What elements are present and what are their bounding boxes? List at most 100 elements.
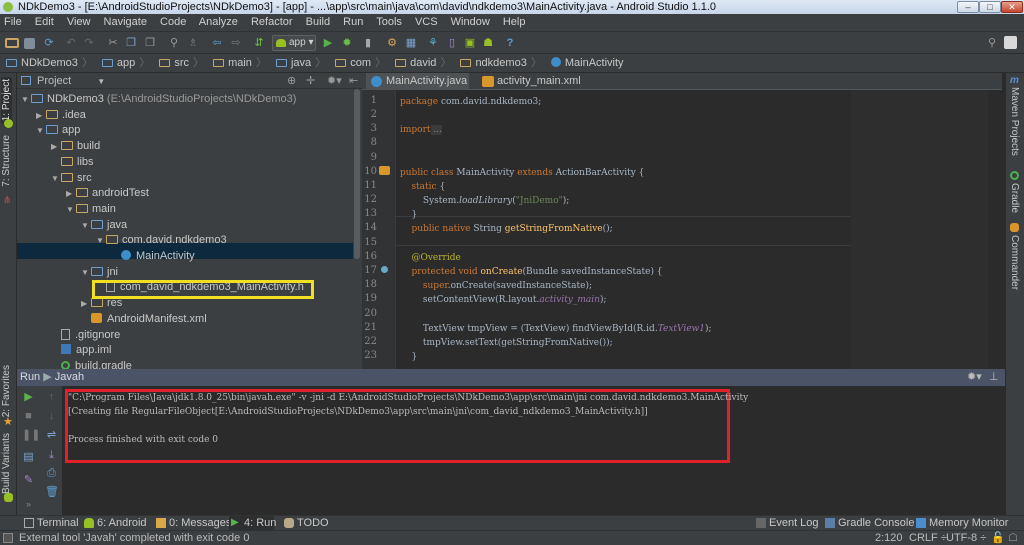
line-number[interactable]: 10 (364, 166, 377, 180)
menu-navigate[interactable]: Navigate (104, 16, 147, 28)
line-number[interactable]: 22 (364, 336, 377, 350)
close-button[interactable]: ✕ (1001, 1, 1023, 13)
menu-analyze[interactable]: Analyze (199, 16, 238, 28)
redo-icon[interactable]: ↷ (82, 36, 96, 50)
soft-wrap-icon[interactable]: ⇌ (45, 429, 58, 442)
avd-manager-icon[interactable]: ▯ (445, 36, 459, 50)
line-number[interactable]: 23 (364, 350, 377, 364)
cut-icon[interactable]: ✂ (106, 36, 120, 50)
line-separator-selector[interactable]: CRLF ÷ (909, 531, 947, 545)
up-stack-icon[interactable]: ↑ (45, 391, 58, 404)
back-icon[interactable]: ⇦ (210, 36, 224, 50)
make-project-icon[interactable]: ⇵ (252, 36, 266, 50)
tree-item-idea[interactable]: ▶ .idea (36, 107, 86, 123)
line-number[interactable]: 3 (371, 123, 377, 137)
code-editor[interactable]: package com.david.ndkdemo3; import ... p… (396, 90, 992, 369)
maximize-button[interactable]: □ (979, 1, 1001, 13)
rerun-icon[interactable]: ▶ (22, 391, 35, 404)
chevron-down-icon[interactable]: ▼ (96, 233, 106, 249)
undo-icon[interactable]: ↶ (64, 36, 78, 50)
search-everywhere-icon[interactable]: ⚲ (985, 36, 999, 50)
line-number[interactable]: 13 (364, 208, 377, 222)
sync-icon[interactable]: ⟳ (42, 36, 56, 50)
breadcrumb-mainactivity[interactable]: MainActivity (550, 54, 624, 72)
tree-item-mainactivity[interactable]: MainActivity (111, 248, 195, 264)
line-number[interactable]: 16 (364, 251, 377, 265)
menu-window[interactable]: Window (451, 16, 490, 28)
chevron-right-icon[interactable]: ▶ (81, 296, 91, 312)
line-number[interactable]: 21 (364, 322, 377, 336)
pin-tab-icon[interactable]: ✎ (22, 474, 35, 487)
find-icon[interactable]: ⚲ (167, 36, 181, 50)
chevron-right-icon[interactable]: ▶ (51, 139, 61, 155)
tab-gradle-console[interactable]: Gradle Console (823, 516, 914, 531)
collapse-all-icon[interactable]: ✛ (306, 73, 315, 89)
breadcrumb-ndkdemo3[interactable]: NDkDemo3 〉 (6, 54, 93, 72)
replace-icon[interactable]: ♗ (186, 36, 200, 50)
android-sdk-icon[interactable]: ☗ (481, 36, 495, 50)
debug-icon[interactable]: ✹ (340, 36, 354, 50)
tab-todo[interactable]: TODO (282, 516, 329, 531)
line-number[interactable]: 17 (364, 265, 377, 279)
chevron-down-icon[interactable]: ▼ (51, 171, 61, 187)
tab-memory-monitor[interactable]: Memory Monitor (914, 516, 1008, 531)
tree-item-main[interactable]: ▼ main (66, 201, 116, 217)
tree-item-androidtest[interactable]: ▶ androidTest (66, 185, 149, 201)
menu-edit[interactable]: Edit (35, 16, 54, 28)
menu-build[interactable]: Build (306, 16, 330, 28)
print-icon[interactable]: ⎙ (45, 467, 58, 480)
breadcrumb-main[interactable]: main 〉 (213, 54, 267, 72)
tree-item-com-david-ndkdemo3[interactable]: ▼ com.david.ndkdemo3 (96, 232, 227, 248)
inspector-icon[interactable]: ☖ (1008, 531, 1018, 545)
tree-item-jni[interactable]: ▼ jni (81, 264, 118, 280)
sdk-manager-icon[interactable]: ▦ (404, 36, 418, 50)
chevron-down-icon[interactable]: ▼ (81, 265, 91, 281)
tool-window-toggle-icon[interactable] (3, 533, 13, 543)
run-configuration-dropdown[interactable]: app ▾ (272, 35, 316, 51)
menu-tools[interactable]: Tools (376, 16, 402, 28)
menu-vcs[interactable]: VCS (415, 16, 438, 28)
tree-item-src[interactable]: ▼ src (51, 170, 92, 186)
menu-help[interactable]: Help (503, 16, 526, 28)
tree-item-app-iml[interactable]: app.iml (51, 342, 111, 358)
help-icon[interactable]: ? (503, 36, 517, 50)
line-number[interactable]: 14 (364, 222, 377, 236)
breadcrumb-com[interactable]: com 〉 (335, 54, 386, 72)
pause-icon[interactable]: ❚❚ (22, 429, 40, 442)
restore-layout-icon[interactable]: ▤ (22, 451, 35, 464)
run-console[interactable]: "C:\Program Files\Java\jdk1.8.0_25\bin\j… (63, 386, 1005, 515)
tree-item-gitignore[interactable]: .gitignore (51, 327, 120, 343)
tree-item-java[interactable]: ▼ java (81, 217, 127, 233)
tool-tab-build-variants[interactable]: Build Variants (1, 433, 12, 494)
caret-position[interactable]: 2:120 (875, 531, 903, 545)
stop-icon[interactable]: ■ (22, 410, 35, 423)
chevron-right-icon[interactable]: ▶ (36, 108, 46, 124)
scroll-from-source-icon[interactable]: ⊕ (287, 73, 296, 89)
breadcrumb-ndkdemo3-package[interactable]: ndkdemo3 〉 (460, 54, 542, 72)
open-folder-icon[interactable] (5, 38, 19, 48)
line-number[interactable]: 2 (371, 109, 377, 123)
gear-icon[interactable]: ✹▾ (327, 73, 342, 89)
run-icon[interactable]: ▶ (321, 36, 335, 50)
breadcrumb-java[interactable]: java 〉 (275, 54, 326, 72)
tab-activity-main-xml[interactable]: activity_main.xml × (477, 73, 589, 104)
save-icon[interactable] (24, 38, 35, 49)
encoding-selector[interactable]: UTF-8 ÷ (946, 531, 986, 545)
tree-item-build-gradle[interactable]: build.gradle (51, 358, 132, 369)
tab-terminal[interactable]: Terminal (22, 516, 79, 531)
menu-file[interactable]: File (4, 16, 22, 28)
hide-panel-icon[interactable]: ⇤ (349, 73, 358, 89)
user-icon[interactable] (1004, 36, 1017, 49)
project-view-selector[interactable]: Project (37, 75, 71, 87)
android-device-monitor-icon[interactable]: ▣ (463, 36, 477, 50)
tool-tab-gradle[interactable]: Gradle (1009, 183, 1020, 213)
breadcrumb-src[interactable]: src 〉 (159, 54, 204, 72)
chevron-right-icon[interactable]: ▶ (66, 186, 76, 202)
tab-android[interactable]: 6: Android (82, 516, 147, 531)
line-number[interactable]: 1 (371, 95, 377, 109)
chevron-down-icon[interactable]: ▼ (36, 123, 46, 139)
tree-item-libs[interactable]: libs (51, 154, 94, 170)
down-stack-icon[interactable]: ↓ (45, 410, 58, 423)
chevron-down-icon[interactable]: ▼ (81, 218, 91, 234)
line-number[interactable]: 9 (371, 152, 377, 166)
